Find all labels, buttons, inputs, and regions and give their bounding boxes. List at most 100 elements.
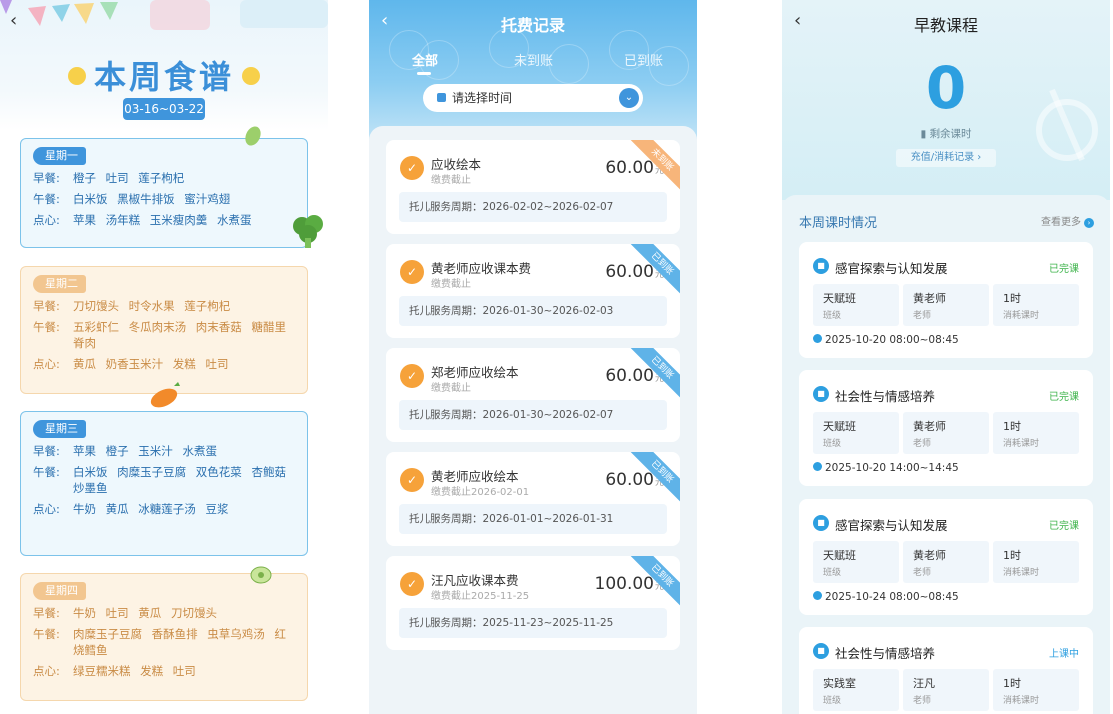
leaf-icon: [245, 126, 261, 146]
view-more-link[interactable]: 查看更多 ›: [1041, 213, 1094, 228]
course-name: 感官探索与认知发展: [835, 261, 948, 276]
remaining-hours-count: 0: [925, 54, 967, 122]
meal-row: 午餐: 白米饭 肉糜玉子豆腐 双色花菜 杏鲍菇炒墨鱼: [33, 465, 286, 495]
course-status: 已完课: [1049, 521, 1079, 532]
page-title: 早教课程: [913, 16, 978, 35]
book-icon: ▮: [920, 128, 927, 140]
course-icon: ■: [813, 386, 829, 402]
meal-row: 早餐: 刀切馒头 时令水果 莲子枸杞: [33, 299, 231, 313]
course-icon: ■: [813, 258, 829, 274]
fee-deadline: 缴费截止: [431, 279, 471, 290]
course-card[interactable]: ■ 感官探索与认知发展 已完课 天赋班 班级 黄老师 老师 1时 消耗课时 2025-…: [799, 499, 1093, 615]
fee-deadline: 缴费截止: [431, 175, 471, 186]
day-tag: 星期一: [33, 147, 86, 165]
course-status: 已完课: [1049, 264, 1079, 275]
clock-icon: [813, 334, 822, 343]
screenshot-stage: ‹ 本周食谱 03-16~03-22 星期一 早餐: 橙子 吐司 莲子枸杞 午餐:…: [0, 0, 1113, 714]
course-time: 2025-10-24 08:00~08:45: [813, 591, 959, 603]
date-range-badge: 03-16~03-22: [123, 98, 205, 120]
course-card[interactable]: ■ 感官探索与认知发展 已完课 天赋班 班级 黄老师 老师 1时 消耗课时 2025-…: [799, 242, 1093, 358]
course-icon: ■: [813, 515, 829, 531]
meal-row: 点心: 绿豆糯米糕 发糕 吐司: [33, 664, 196, 678]
course-card[interactable]: ■ 社会性与情感培养 已完课 天赋班 班级 黄老师 老师 1时 消耗课时 2025-1…: [799, 370, 1093, 486]
course-time: 2025-10-20 08:00~08:45: [813, 334, 959, 346]
broccoli-icon: [293, 215, 323, 248]
clipboard-icon: ✓: [400, 364, 424, 388]
day-tag: 星期三: [33, 420, 86, 438]
day-card-tuesday: 星期二 早餐: 刀切馒头 时令水果 莲子枸杞 午餐: 五彩虾仁 冬瓜肉末汤 肉末香菇…: [20, 266, 308, 394]
fee-record-card[interactable]: ✓ 黄老师应收课本费 缴费截止 60.00元 托儿服务周期：2026-01-30…: [386, 244, 680, 338]
tab-paid[interactable]: 已到账: [624, 50, 663, 69]
tab-all[interactable]: 全部: [412, 50, 438, 75]
meal-row: 午餐: 白米饭 黑椒牛排饭 蜜汁鸡翅: [33, 192, 231, 206]
status-tabs: 全部 未到账 已到账: [369, 50, 697, 75]
arrow-right-icon: ›: [1084, 218, 1094, 228]
cartoon-flower-icon: [67, 67, 86, 85]
clipboard-icon: ✓: [400, 468, 424, 492]
courses-screen: ‹ 早教课程 0 ▮ 剩余课时 充值/消耗记录 › 本周课时情况 查看更多 › ■…: [782, 0, 1110, 714]
service-period: 托儿服务周期：2026-02-02~2026-02-07: [399, 192, 667, 222]
course-status: 上课中: [1049, 649, 1079, 660]
course-name: 社会性与情感培养: [835, 389, 936, 404]
service-period: 托儿服务周期：2026-01-30~2026-02-07: [399, 400, 667, 430]
chevron-right-icon: ›: [977, 152, 982, 163]
service-period: 托儿服务周期：2026-01-30~2026-02-03: [399, 296, 667, 326]
calendar-icon: [437, 93, 446, 102]
tab-unpaid[interactable]: 未到账: [514, 50, 553, 69]
clipboard-icon: ✓: [400, 156, 424, 180]
day-card-wednesday: 星期三 早餐: 苹果 橙子 玉米汁 水煮蛋 午餐: 白米饭 肉糜玉子豆腐 双色花菜 …: [20, 411, 308, 556]
course-name: 感官探索与认知发展: [835, 518, 948, 533]
course-name: 社会性与情感培养: [835, 646, 936, 661]
recharge-records-button[interactable]: 充值/消耗记录 ›: [896, 149, 996, 167]
weekly-menu-screen: ‹ 本周食谱 03-16~03-22 星期一 早餐: 橙子 吐司 莲子枸杞 午餐:…: [0, 0, 328, 714]
date-select-dropdown[interactable]: 请选择时间 ⌄: [423, 84, 643, 112]
meal-row: 午餐: 肉糜玉子豆腐 香酥鱼排 虫草乌鸡汤 红烧鳕鱼: [33, 627, 286, 657]
course-info: 实践室 班级 汪凡 老师 1时 消耗课时: [813, 669, 1079, 711]
meal-row: 点心: 苹果 汤年糕 玉米瘦肉羹 水煮蛋: [33, 213, 252, 227]
service-period: 托儿服务周期：2025-11-23~2025-11-25: [399, 608, 667, 638]
melon-icon: [250, 566, 272, 584]
course-info: 天赋班 班级 黄老师 老师 1时 消耗课时: [813, 284, 1079, 326]
day-card-thursday: 星期四 早餐: 牛奶 吐司 黄瓜 刀切馒头 午餐: 肉糜玉子豆腐 香酥鱼排 虫草乌鸡…: [20, 573, 308, 701]
day-tag: 星期四: [33, 582, 86, 600]
fee-list: ✓ 应收绘本 缴费截止 60.00元 托儿服务周期：2026-02-02~202…: [369, 126, 697, 714]
course-icon: ■: [813, 643, 829, 659]
carrot-icon: [150, 382, 180, 408]
day-card-monday: 星期一 早餐: 橙子 吐司 莲子枸杞 午餐: 白米饭 黑椒牛排饭 蜜汁鸡翅 点心: 苹…: [20, 138, 308, 248]
fee-deadline: 缴费截止2025-11-25: [431, 591, 530, 602]
fee-record-card[interactable]: ✓ 汪凡应收课本费 缴费截止2025-11-25 100.00元 托儿服务周期：…: [386, 556, 680, 650]
clipboard-icon: ✓: [400, 260, 424, 284]
course-info: 天赋班 班级 黄老师 老师 1时 消耗课时: [813, 541, 1079, 583]
fee-deadline: 缴费截止2026-02-01: [431, 487, 530, 498]
chevron-down-icon: ⌄: [619, 88, 639, 108]
cartoon-flower-icon: [242, 67, 260, 85]
meal-row: 午餐: 五彩虾仁 冬瓜肉末汤 肉末香菇 糖醋里脊肉: [33, 320, 286, 350]
section-title: 本周课时情况: [799, 216, 878, 231]
menu-header-bg: ‹ 本周食谱 03-16~03-22: [0, 0, 328, 130]
fee-record-card[interactable]: ✓ 应收绘本 缴费截止 60.00元 托儿服务周期：2026-02-02~202…: [386, 140, 680, 234]
meal-row: 点心: 黄瓜 奶香玉米汁 发糕 吐司: [33, 357, 229, 371]
back-icon[interactable]: ‹: [10, 10, 17, 31]
fee-deadline: 缴费截止: [431, 383, 471, 394]
meal-row: 点心: 牛奶 黄瓜 冰糖莲子汤 豆浆: [33, 502, 229, 516]
day-tag: 星期二: [33, 275, 86, 293]
remaining-hours-label: ▮ 剩余课时: [920, 128, 972, 140]
bunting-flags-decoration: [0, 0, 328, 30]
fee-record-card[interactable]: ✓ 黄老师应收绘本 缴费截止2026-02-01 60.00元 托儿服务周期：2…: [386, 452, 680, 546]
weekly-course-section: 本周课时情况 查看更多 › ■ 感官探索与认知发展 已完课 天赋班 班级 黄老师 老师…: [782, 195, 1110, 714]
service-period: 托儿服务周期：2026-01-01~2026-01-31: [399, 504, 667, 534]
clipboard-icon: ✓: [400, 572, 424, 596]
date-select-placeholder: 请选择时间: [452, 91, 513, 105]
fee-records-screen: ‹ 托费记录 全部 未到账 已到账 请选择时间 ⌄ ✓ 应收绘本 缴费截止 60…: [369, 0, 697, 714]
meal-row: 早餐: 牛奶 吐司 黄瓜 刀切馒头: [33, 606, 217, 620]
course-time: 2025-10-20 14:00~14:45: [813, 462, 959, 474]
page-title: 托费记录: [500, 16, 565, 35]
menu-title-text: 本周食谱: [93, 58, 234, 96]
meal-row: 早餐: 苹果 橙子 玉米汁 水煮蛋: [33, 444, 217, 458]
menu-title: 本周食谱: [0, 52, 328, 98]
course-status: 已完课: [1049, 392, 1079, 403]
fee-record-card[interactable]: ✓ 郑老师应收绘本 缴费截止 60.00元 托儿服务周期：2026-01-30~…: [386, 348, 680, 442]
meal-row: 早餐: 橙子 吐司 莲子枸杞: [33, 171, 185, 185]
clock-icon: [813, 462, 822, 471]
course-card[interactable]: ■ 社会性与情感培养 上课中 实践室 班级 汪凡 老师 1时 消耗课时: [799, 627, 1093, 714]
